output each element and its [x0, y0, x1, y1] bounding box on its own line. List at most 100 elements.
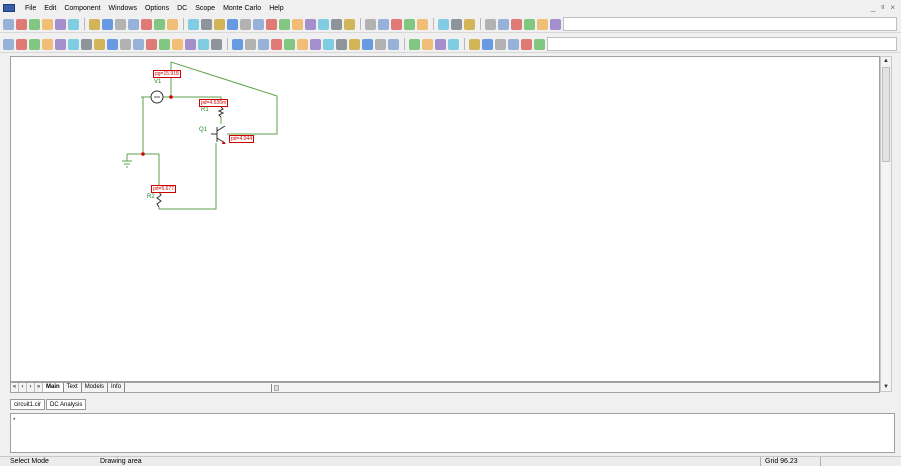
delete-icon[interactable]	[154, 18, 165, 30]
schematic[interactable]	[11, 57, 879, 381]
tab-info[interactable]: Info	[108, 383, 126, 392]
info-icon[interactable]	[133, 38, 144, 50]
source-icon[interactable]	[331, 18, 342, 30]
color-icon[interactable]	[310, 38, 321, 50]
run-icon[interactable]	[409, 38, 420, 50]
panel-icon[interactable]	[417, 18, 428, 30]
zoom-icon[interactable]	[524, 18, 535, 30]
horizontal-scrollbar[interactable]	[271, 384, 871, 392]
wire-bottom[interactable]	[158, 143, 217, 210]
stepping-icon[interactable]	[232, 38, 243, 50]
battery-icon[interactable]	[305, 18, 316, 30]
tile-vertical-icon[interactable]	[508, 38, 519, 50]
split-icon[interactable]	[404, 18, 415, 30]
text-icon[interactable]	[42, 38, 53, 50]
component-icon[interactable]	[94, 38, 105, 50]
next-icon[interactable]	[482, 38, 493, 50]
box-icon[interactable]	[211, 38, 222, 50]
plot-icon[interactable]	[245, 38, 256, 50]
print-preview-icon[interactable]	[68, 18, 79, 30]
menu-help[interactable]: Help	[265, 5, 287, 12]
pause-icon[interactable]	[435, 38, 446, 50]
r1-probe-label[interactable]: pd=4.536m	[199, 99, 229, 107]
scroll-up-icon[interactable]: ▲	[883, 58, 889, 64]
warning-icon[interactable]	[284, 38, 295, 50]
scroll-thumb[interactable]	[882, 67, 890, 162]
minimize-button[interactable]: _	[871, 3, 875, 12]
menu-windows[interactable]: Windows	[105, 5, 141, 12]
diode-icon[interactable]	[240, 18, 251, 30]
menu-options[interactable]: Options	[141, 5, 173, 12]
refresh-icon[interactable]	[362, 38, 373, 50]
menu-component[interactable]: Component	[60, 5, 104, 12]
r2-probe-label[interactable]: pd=5.677	[151, 185, 176, 193]
print-icon[interactable]	[55, 18, 66, 30]
zoomout-icon[interactable]	[336, 38, 347, 50]
font-icon[interactable]	[521, 38, 532, 50]
sweep-icon[interactable]	[271, 38, 282, 50]
tile-icon[interactable]	[391, 18, 402, 30]
ground-icon[interactable]	[188, 18, 199, 30]
pin-icon[interactable]	[451, 18, 462, 30]
find-icon[interactable]	[485, 18, 496, 30]
switch-icon[interactable]	[344, 18, 355, 30]
menu-file[interactable]: File	[21, 5, 40, 12]
save-all-icon[interactable]	[42, 18, 53, 30]
transistor-npn-icon[interactable]	[253, 18, 264, 30]
save-icon[interactable]	[29, 18, 40, 30]
scroll-down-icon[interactable]: ▼	[883, 384, 889, 390]
check-icon[interactable]	[388, 38, 399, 50]
flag-icon[interactable]	[107, 38, 118, 50]
tab-text[interactable]: Text	[64, 383, 82, 392]
grid-icon[interactable]	[365, 18, 376, 30]
fit-icon[interactable]	[349, 38, 360, 50]
list-icon[interactable]	[498, 18, 509, 30]
hscroll-thumb[interactable]	[274, 385, 279, 391]
meter-icon[interactable]	[511, 18, 522, 30]
library-icon[interactable]	[464, 18, 475, 30]
wire-top-loop[interactable]	[170, 61, 278, 135]
probe-icon[interactable]	[438, 18, 449, 30]
bell-icon[interactable]	[448, 38, 459, 50]
select-all-icon[interactable]	[167, 18, 178, 30]
layers-icon[interactable]	[159, 38, 170, 50]
q1-probe-label[interactable]: pd=4.044	[229, 135, 254, 143]
title-icon[interactable]	[198, 38, 209, 50]
next-page-icon[interactable]: ›	[27, 383, 35, 392]
inductor-icon[interactable]	[227, 18, 238, 30]
v1-source[interactable]	[150, 90, 164, 104]
paste-icon[interactable]	[141, 18, 152, 30]
redo-icon[interactable]	[102, 18, 113, 30]
select-icon[interactable]	[3, 38, 14, 50]
undo-icon[interactable]	[89, 18, 100, 30]
window-icon[interactable]	[378, 18, 389, 30]
menu-monte-carlo[interactable]: Monte Carlo	[219, 5, 265, 12]
wire-v1-left[interactable]	[142, 96, 149, 154]
r1-resistor[interactable]	[217, 106, 225, 118]
transistor-pnp-icon[interactable]	[266, 18, 277, 30]
find-icon[interactable]	[375, 38, 386, 50]
close-button[interactable]: ×	[890, 3, 895, 12]
tile-horizontal-icon[interactable]	[495, 38, 506, 50]
pick-icon[interactable]	[120, 38, 131, 50]
wire-icon[interactable]	[318, 18, 329, 30]
vertical-scrollbar[interactable]: ▲ ▼	[880, 56, 892, 392]
new-icon[interactable]	[3, 18, 14, 30]
capacitor-icon[interactable]	[214, 18, 225, 30]
v1-probe-label[interactable]: pg=15.918	[153, 70, 181, 78]
prev-icon[interactable]	[469, 38, 480, 50]
calc-icon[interactable]	[297, 38, 308, 50]
node-icon[interactable]	[185, 38, 196, 50]
copy-icon[interactable]	[128, 18, 139, 30]
menu-edit[interactable]: Edit	[40, 5, 60, 12]
analysis-icon[interactable]	[258, 38, 269, 50]
output-panel[interactable]: *	[10, 413, 895, 453]
first-page-icon[interactable]: «	[11, 383, 19, 392]
stop-icon[interactable]	[422, 38, 433, 50]
open-icon[interactable]	[16, 18, 27, 30]
tag-icon[interactable]	[172, 38, 183, 50]
ground-symbol[interactable]	[122, 160, 132, 168]
menu-dc[interactable]: DC	[173, 5, 191, 12]
point-icon[interactable]	[16, 38, 27, 50]
q1-transistor[interactable]	[211, 125, 226, 144]
